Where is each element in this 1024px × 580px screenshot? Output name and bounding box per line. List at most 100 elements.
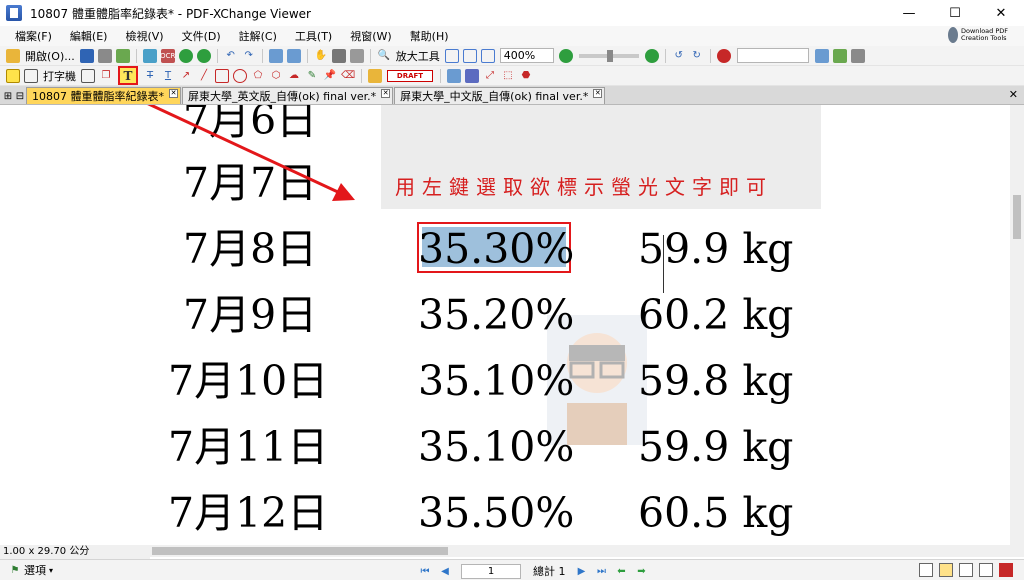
forward-icon[interactable] <box>196 48 211 63</box>
typewriter-icon[interactable] <box>24 68 38 83</box>
continuous-page-icon[interactable] <box>939 563 953 577</box>
save-icon[interactable] <box>79 48 94 63</box>
measure-distance-icon[interactable]: ⤢ <box>483 69 497 83</box>
rectangle-icon[interactable] <box>215 68 229 83</box>
back-view-icon[interactable]: ⬅ <box>616 565 628 577</box>
oval-icon[interactable] <box>233 68 247 83</box>
underline-icon[interactable]: T <box>161 69 175 83</box>
body-fat-cell[interactable]: 35.10% <box>418 356 574 406</box>
rotate-right-icon[interactable]: ↻ <box>690 49 704 63</box>
weight-cell[interactable]: 60.5 kg <box>638 488 793 538</box>
tab-document-3[interactable]: 屏東大學_中文版_自傳(ok) final ver.* ✕ <box>394 87 606 104</box>
attach-sound-icon[interactable] <box>465 68 479 83</box>
tab-close-icon[interactable]: ✕ <box>169 89 178 98</box>
stamp-icon[interactable] <box>368 68 382 83</box>
copy-icon[interactable] <box>268 48 283 63</box>
horizontal-scrollbar[interactable] <box>0 545 1024 557</box>
sticky-note-icon[interactable] <box>6 68 20 83</box>
close-button[interactable]: ✕ <box>978 0 1024 26</box>
hand-tool-icon[interactable]: ✋ <box>314 49 328 63</box>
draft-stamp[interactable]: DRAFT <box>387 69 433 82</box>
arrow-icon[interactable]: ↗ <box>179 69 193 83</box>
tab-document-1[interactable]: 10807 體重體脂率紀錄表* ✕ <box>26 87 181 104</box>
menu-tools[interactable]: 工具(T) <box>286 28 341 44</box>
polygon-icon[interactable]: ⬠ <box>251 69 265 83</box>
tab-list-icon[interactable]: ⊞ <box>2 91 14 102</box>
strikeout-icon[interactable]: T <box>143 69 157 83</box>
first-page-icon[interactable]: ⏮ <box>419 565 431 577</box>
search-input[interactable] <box>736 48 809 63</box>
body-fat-cell[interactable]: 35.50% <box>418 488 574 538</box>
menu-help[interactable]: 幫助(H) <box>401 28 458 44</box>
maximize-button[interactable]: ☐ <box>932 0 978 26</box>
tab-tile-icon[interactable]: ⊟ <box>14 91 26 102</box>
scan-icon[interactable] <box>142 48 157 63</box>
menu-view[interactable]: 檢視(V) <box>116 28 172 44</box>
horizontal-scroll-thumb[interactable] <box>152 547 448 555</box>
last-page-icon[interactable]: ⏭ <box>596 565 608 577</box>
continuous-facing-icon[interactable] <box>979 563 993 577</box>
zoom-out-icon[interactable] <box>558 48 573 63</box>
callout-icon[interactable]: ❐ <box>99 69 113 83</box>
forward-view-icon[interactable]: ➡ <box>636 565 648 577</box>
snapshot-icon[interactable] <box>349 48 364 63</box>
tab-close-icon[interactable]: ✕ <box>381 89 391 98</box>
ocr-icon[interactable]: OCR <box>160 48 175 63</box>
fit-width-icon[interactable] <box>480 48 495 63</box>
zoom-slider[interactable] <box>578 49 639 62</box>
facing-page-icon[interactable] <box>959 563 973 577</box>
redo-icon[interactable]: ↷ <box>242 49 256 63</box>
actual-size-icon[interactable] <box>444 48 459 63</box>
undo-icon[interactable]: ↶ <box>224 49 238 63</box>
single-page-icon[interactable] <box>919 563 933 577</box>
menu-edit[interactable]: 編輯(E) <box>61 28 117 44</box>
close-document-icon[interactable]: ✕ <box>1009 88 1018 101</box>
tab-document-2[interactable]: 屏東大學_英文版_自傳(ok) final ver.* ✕ <box>182 87 394 104</box>
page-number-input[interactable]: 1 <box>461 563 521 579</box>
zoom-tool-icon[interactable]: 🔍 <box>377 49 391 63</box>
measure-area-icon[interactable]: ⬣ <box>519 69 533 83</box>
vertical-scrollbar[interactable] <box>1010 105 1024 545</box>
download-tools-button[interactable]: Download PDF Creation Tools <box>948 24 1020 46</box>
previous-page-icon[interactable]: ◀ <box>439 565 451 577</box>
measure-perimeter-icon[interactable]: ⬚ <box>501 69 515 83</box>
next-page-icon[interactable]: ▶ <box>576 565 588 577</box>
cloud-icon[interactable]: ☁ <box>287 69 301 83</box>
attach-file-icon[interactable] <box>447 68 461 83</box>
paste-icon[interactable] <box>286 48 301 63</box>
highlight-text-button[interactable]: T <box>118 66 138 85</box>
tab-close-icon[interactable]: ✕ <box>593 89 603 98</box>
print-icon[interactable] <box>97 48 112 63</box>
vertical-scroll-thumb[interactable] <box>1013 195 1021 239</box>
weight-cell[interactable]: 59.9 kg <box>638 422 793 472</box>
weight-cell[interactable]: 59.9 kg <box>638 224 793 274</box>
settings-icon[interactable] <box>832 48 847 63</box>
search-icon[interactable] <box>814 48 829 63</box>
menu-window[interactable]: 視窗(W) <box>341 28 400 44</box>
pencil-icon[interactable]: ✎ <box>305 69 319 83</box>
open-folder-icon[interactable] <box>6 48 20 63</box>
document-viewport[interactable]: 用左鍵選取欲標示螢光文字即可 7月6日 7月7日 7月8日 7月9日 7月10日… <box>0 105 1010 545</box>
body-fat-cell[interactable]: 35.30% <box>418 224 574 274</box>
pdf-icon[interactable] <box>999 563 1013 577</box>
email-icon[interactable] <box>115 48 130 63</box>
menu-file[interactable]: 檔案(F) <box>6 28 61 44</box>
zoom-level-input[interactable]: 400% <box>499 48 554 63</box>
menu-comments[interactable]: 註解(C) <box>230 28 286 44</box>
weight-cell[interactable]: 59.8 kg <box>638 356 793 406</box>
zoom-in-icon[interactable] <box>644 48 659 63</box>
weight-cell[interactable]: 60.2 kg <box>638 290 793 340</box>
options-button[interactable]: ⚑ 選項 ▾ <box>6 562 54 578</box>
zoom-tool-button[interactable]: 放大工具 <box>396 48 440 64</box>
find-icon[interactable] <box>716 48 731 63</box>
body-fat-cell[interactable]: 35.20% <box>418 290 574 340</box>
line-icon[interactable]: ╱ <box>197 69 211 83</box>
body-fat-cell[interactable]: 35.10% <box>418 422 574 472</box>
select-text-icon[interactable] <box>331 48 346 63</box>
back-icon[interactable] <box>178 48 193 63</box>
menu-document[interactable]: 文件(D) <box>173 28 230 44</box>
tools-icon[interactable] <box>850 48 865 63</box>
eraser-icon[interactable]: ⌫ <box>341 69 355 83</box>
fit-page-icon[interactable] <box>462 48 477 63</box>
minimize-button[interactable]: — <box>886 0 932 26</box>
